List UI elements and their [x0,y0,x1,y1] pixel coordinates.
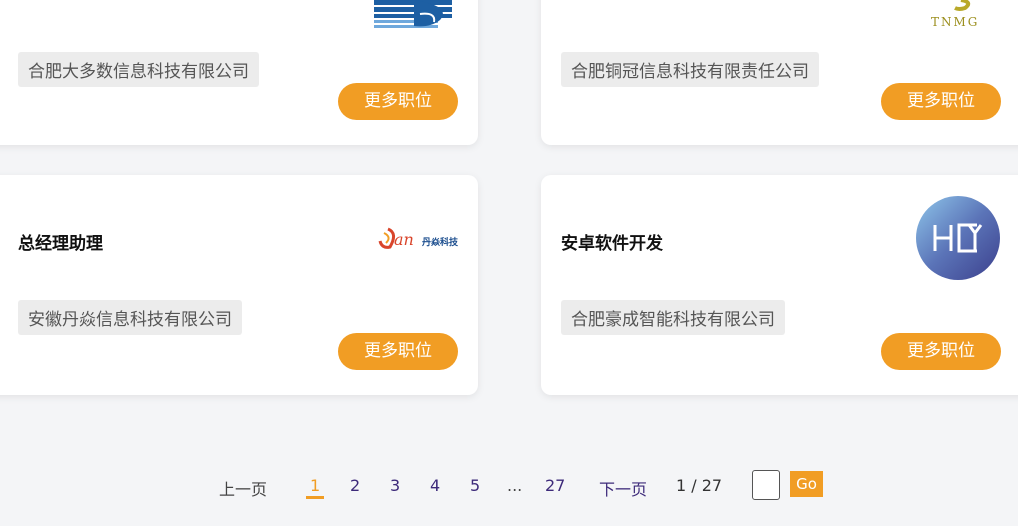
company-name-tag[interactable]: 合肥豪成智能科技有限公司 [561,300,785,335]
company-logo-icon: TNMG [931,0,979,29]
prev-page-link[interactable]: 上一页 [219,476,267,500]
company-name-tag[interactable]: 安徽丹焱信息科技有限公司 [18,300,242,335]
company-card: 合肥大多数信息科技有限公司 更多职位 [0,0,478,145]
more-jobs-button[interactable]: 更多职位 [338,83,458,120]
company-logo-icon [916,196,1000,280]
go-button[interactable]: Go [790,471,823,497]
job-card: 安卓软件开发 合肥豪成智能科技有限公司 更多职位 [541,175,1018,395]
company-name-tag[interactable]: 合肥铜冠信息科技有限责任公司 [561,52,819,87]
page-link-last[interactable]: 27 [545,476,565,495]
page-number-input[interactable] [752,470,780,500]
page-link-3[interactable]: 3 [390,476,400,495]
more-jobs-button[interactable]: 更多职位 [881,83,1001,120]
logo-text: an [394,230,414,249]
job-card: 总经理助理 an 丹焱科技 安徽丹焱信息科技有限公司 更多职位 [0,175,478,395]
logo-text: TNMG [931,15,979,29]
page-link-2[interactable]: 2 [350,476,360,495]
next-page-link[interactable]: 下一页 [599,476,647,500]
job-title[interactable]: 总经理助理 [18,229,103,254]
more-jobs-button[interactable]: 更多职位 [881,333,1001,370]
job-title[interactable]: 安卓软件开发 [561,229,663,254]
page-count: 1 / 27 [676,476,723,495]
logo-subtext: 丹焱科技 [422,236,458,248]
page-link-4[interactable]: 4 [430,476,440,495]
more-jobs-button[interactable]: 更多职位 [338,333,458,370]
company-logo-icon: an 丹焱科技 [378,227,458,249]
page-link-1[interactable]: 1 [305,476,325,499]
pagination-ellipsis: ... [507,476,523,495]
pagination: 上一页 1 2 3 4 5 ... 27 下一页 1 / 27 Go [0,470,1018,500]
company-card: TNMG 合肥铜冠信息科技有限责任公司 更多职位 [541,0,1018,145]
page-link-5[interactable]: 5 [470,476,480,495]
job-list-page: 合肥大多数信息科技有限公司 更多职位 TNMG 合肥铜冠信息科技有限责任公司 更… [0,0,1018,526]
company-name-tag[interactable]: 合肥大多数信息科技有限公司 [18,52,259,87]
company-logo-icon [374,0,452,28]
